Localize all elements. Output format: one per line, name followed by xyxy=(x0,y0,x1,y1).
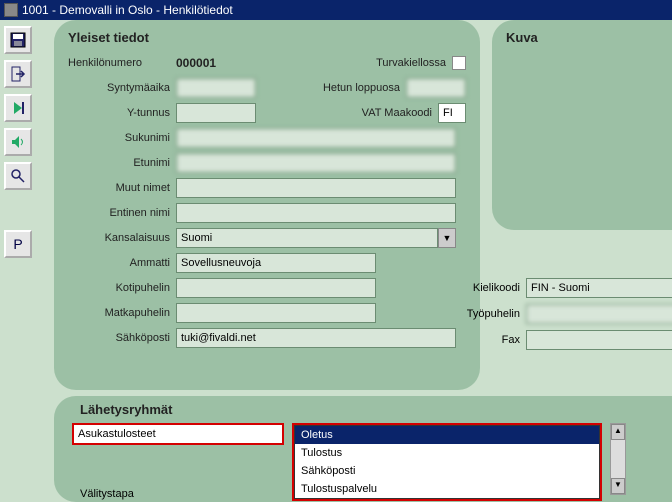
speaker-icon xyxy=(10,134,26,150)
kansal-label: Kansalaisuus xyxy=(68,232,176,244)
door-exit-icon xyxy=(10,66,26,82)
sukunimi-input[interactable] xyxy=(176,128,456,148)
exit-button[interactable] xyxy=(4,60,32,88)
save-button[interactable] xyxy=(4,26,32,54)
entinen-label: Entinen nimi xyxy=(68,207,176,219)
etunimi-input[interactable] xyxy=(176,153,456,173)
send-option-0[interactable]: Oletus xyxy=(295,426,599,444)
kieli-label: Kielikoodi xyxy=(440,282,520,294)
turvakielto-checkbox[interactable] xyxy=(452,56,466,70)
sahkoposti-label: Sähköposti xyxy=(68,332,176,344)
kotipuh-label: Kotipuhelin xyxy=(68,282,176,294)
ytunnus-input[interactable] xyxy=(176,103,256,123)
kuva-panel: Kuva xyxy=(492,20,672,230)
matkapuh-input[interactable] xyxy=(176,303,376,323)
hetun-label: Hetun loppuosa xyxy=(316,82,406,94)
general-panel: Yleiset tiedot Henkilönumero 000001 Turv… xyxy=(54,20,480,390)
send-panel: Lähetysryhmät Oletus Tulostus Sähköposti… xyxy=(54,396,672,502)
play-icon xyxy=(10,100,26,116)
henkno-value: 000001 xyxy=(176,56,276,70)
window-title: 1001 - Demovalli in Oslo - Henkilötiedot xyxy=(22,0,233,20)
search-button[interactable] xyxy=(4,162,32,190)
matkapuh-label: Matkapuhelin xyxy=(68,307,176,319)
ammatti-input[interactable] xyxy=(176,253,376,273)
letter-p-icon: P xyxy=(13,236,22,252)
send-title: Lähetysryhmät xyxy=(80,402,672,417)
scroll-down-icon[interactable]: ▼ xyxy=(611,478,625,494)
turvakielto-label: Turvakiellossa xyxy=(376,57,452,69)
kieli-input[interactable] xyxy=(526,278,672,298)
tyopuh-label: Työpuhelin xyxy=(440,308,520,320)
kansal-input[interactable] xyxy=(176,228,438,248)
ammatti-label: Ammatti xyxy=(68,257,176,269)
fax-label: Fax xyxy=(440,334,520,346)
syntymaika-input[interactable] xyxy=(176,78,256,98)
sahkoposti-input[interactable] xyxy=(176,328,456,348)
app-icon xyxy=(4,3,18,17)
etunimi-label: Etunimi xyxy=(68,157,176,169)
ytunnus-label: Y-tunnus xyxy=(68,107,176,119)
floppy-icon xyxy=(10,32,26,48)
scroll-up-icon[interactable]: ▲ xyxy=(611,424,625,440)
hetun-input[interactable] xyxy=(406,78,466,98)
henkno-label: Henkilönumero xyxy=(68,57,176,69)
send-option-2[interactable]: Sähköposti xyxy=(295,462,599,480)
kotipuh-input[interactable] xyxy=(176,278,376,298)
entinen-input[interactable] xyxy=(176,203,456,223)
muut-label: Muut nimet xyxy=(68,182,176,194)
vat-label: VAT Maakoodi xyxy=(348,107,438,119)
tyopuh-input[interactable] xyxy=(526,304,672,324)
magnify-icon xyxy=(10,168,26,184)
syntymaika-label: Syntymäaika xyxy=(68,82,176,94)
sukunimi-label: Sukunimi xyxy=(68,132,176,144)
sound-button[interactable] xyxy=(4,128,32,156)
muut-input[interactable] xyxy=(176,178,456,198)
send-dropdown-open[interactable]: Oletus Tulostus Sähköposti Tulostuspalve… xyxy=(294,425,600,499)
send-field-input[interactable] xyxy=(72,423,284,445)
kansal-dropbtn[interactable]: ▼ xyxy=(438,228,456,248)
left-toolbar: P xyxy=(0,20,48,502)
general-title: Yleiset tiedot xyxy=(68,30,466,45)
vat-input[interactable] xyxy=(438,103,466,123)
forward-button[interactable] xyxy=(4,94,32,122)
send-option-1[interactable]: Tulostus xyxy=(295,444,599,462)
kuva-title: Kuva xyxy=(506,30,672,45)
print-button[interactable]: P xyxy=(4,230,32,258)
send-option-3[interactable]: Tulostuspalvelu xyxy=(295,480,599,498)
fax-input[interactable] xyxy=(526,330,672,350)
send-scrollbar[interactable]: ▲ ▼ xyxy=(610,423,626,495)
valitys-label: Välitystapa xyxy=(80,488,134,500)
